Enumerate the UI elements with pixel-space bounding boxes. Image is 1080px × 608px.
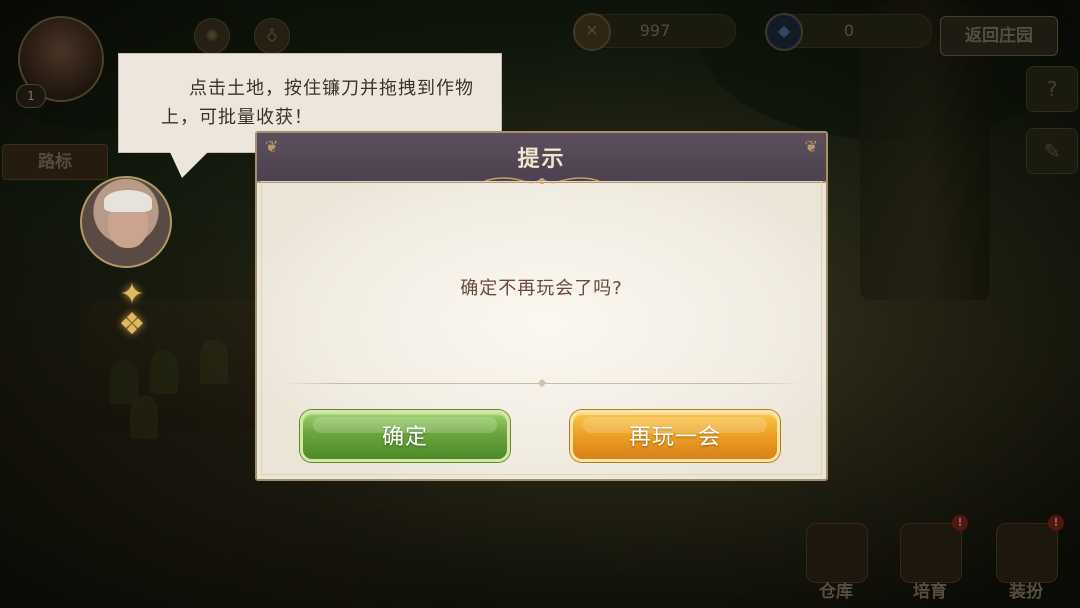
confirm-dialog: ❦ ❦ 提示 确定不再玩会了吗? 确定 再玩一会 <box>255 131 828 481</box>
button-shine <box>313 417 497 433</box>
play-again-button[interactable]: 再玩一会 <box>570 410 780 462</box>
dialog-message: 确定不再玩会了吗? <box>460 278 623 299</box>
button-shine <box>583 417 767 433</box>
speech-bubble-tail <box>168 148 212 178</box>
pointer-ornament-icon: ✦ ❖ <box>118 277 146 342</box>
guide-hair <box>104 190 152 212</box>
dialog-title: 提示 <box>517 147 566 172</box>
confirm-button[interactable]: 确定 <box>300 410 510 462</box>
guide-avatar <box>80 176 172 268</box>
tip-text: 点击土地，按住镰刀并拖拽到作物上，可批量收获！ <box>161 78 474 128</box>
